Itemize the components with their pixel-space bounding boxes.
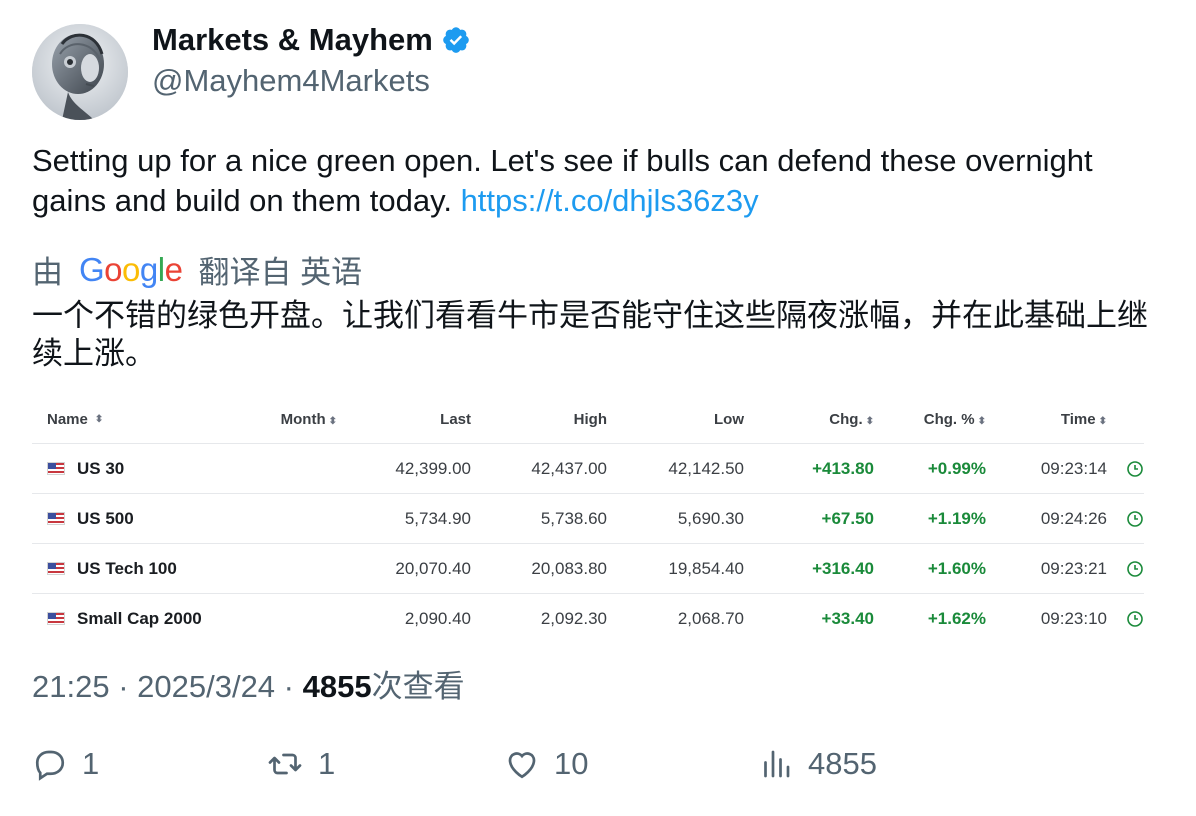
translated-by-prefix: 由 <box>32 255 63 290</box>
header-name: Name ⬍ <box>47 410 104 428</box>
row-chg: +413.80 <box>812 458 874 478</box>
analytics-icon <box>764 750 790 778</box>
tweet-link[interactable]: https://t.co/dhjls36z3y <box>461 183 759 218</box>
table-row: Small Cap 2000 2,090.40 2,092.30 2,068.7… <box>32 594 1144 643</box>
row-chg-pct: +0.99% <box>927 458 986 478</box>
tweet-text: Setting up for a nice green open. Let's … <box>32 141 1162 221</box>
repost-count: 1 <box>318 746 336 781</box>
action-bar: 1 1 10 4855 <box>32 746 1162 792</box>
quote-table-image[interactable]: Name ⬍ Month ⬍ Last High Low Chg. ⬍ Chg. % ⬍… <box>32 395 1144 643</box>
clock-icon <box>1127 510 1143 527</box>
header-time: Time ⬍ <box>1060 410 1107 428</box>
translated-from-label: 翻译自 英语 <box>198 255 363 290</box>
tweet-time[interactable]: 21:25 <box>32 669 110 704</box>
row-chg-pct: +1.19% <box>927 508 986 528</box>
sort-icon: ⬍ <box>977 415 986 427</box>
table-row: US 500 5,734.90 5,738.60 5,690.30 +67.50… <box>32 494 1144 544</box>
sort-icon: ⬍ <box>1098 415 1107 427</box>
robot-avatar-image <box>32 24 128 120</box>
row-chg: +33.40 <box>821 608 874 628</box>
row-high: 42,437.00 <box>531 458 607 478</box>
views-button[interactable]: 4855 <box>758 746 877 782</box>
like-count: 10 <box>554 746 589 781</box>
row-chg: +67.50 <box>821 508 874 528</box>
reply-icon <box>35 750 65 781</box>
us-flag-icon <box>47 612 65 625</box>
row-low: 5,690.30 <box>677 508 744 528</box>
tweet-meta: 21:25 · 2025/3/24 · 4855次查看 <box>32 669 465 704</box>
translated-by-row: 由 Google 翻译自 英语 <box>32 247 362 292</box>
author-handle[interactable]: @Mayhem4Markets <box>152 63 430 99</box>
us-flag-icon <box>47 462 65 475</box>
author-display-name-row[interactable]: Markets & Mayhem <box>152 22 471 58</box>
row-last: 42,399.00 <box>395 458 471 478</box>
row-name: US Tech 100 <box>77 558 177 578</box>
row-high: 20,083.80 <box>531 558 607 578</box>
row-name: Small Cap 2000 <box>77 608 202 628</box>
verified-badge-icon <box>443 27 469 53</box>
row-time: 09:23:14 <box>1040 458 1107 478</box>
header-low: Low <box>714 410 744 428</box>
clock-icon <box>1127 560 1143 577</box>
views-label: 次查看 <box>371 669 465 704</box>
quote-table-header: Name ⬍ Month ⬍ Last High Low Chg. ⬍ Chg. % ⬍… <box>32 395 1144 444</box>
row-last: 2,090.40 <box>404 608 471 628</box>
row-last: 5,734.90 <box>404 508 471 528</box>
reply-button[interactable]: 1 <box>32 746 99 782</box>
author-display-name[interactable]: Markets & Mayhem <box>152 22 433 58</box>
header-last: Last <box>440 410 471 428</box>
row-high: 2,092.30 <box>540 608 607 628</box>
header-chg-pct: Chg. % ⬍ <box>923 410 986 428</box>
avatar[interactable] <box>32 24 128 120</box>
table-row: US Tech 100 20,070.40 20,083.80 19,854.4… <box>32 544 1144 594</box>
clock-icon <box>1127 610 1143 627</box>
clock-icon <box>1127 460 1143 477</box>
sort-icon: ⬍ <box>94 413 104 425</box>
row-time: 09:24:26 <box>1040 508 1107 528</box>
header-high: High <box>573 410 607 428</box>
us-flag-icon <box>47 562 65 575</box>
table-row: US 30 42,399.00 42,437.00 42,142.50 +413… <box>32 444 1144 494</box>
row-low: 19,854.40 <box>668 558 744 578</box>
repost-button[interactable]: 1 <box>266 746 335 782</box>
header-month: Month ⬍ <box>280 410 337 428</box>
row-chg: +316.40 <box>812 558 874 578</box>
sort-icon: ⬍ <box>865 415 874 427</box>
row-low: 2,068.70 <box>677 608 744 628</box>
row-last: 20,070.40 <box>395 558 471 578</box>
google-logo: Google <box>79 250 183 288</box>
row-name: US 30 <box>77 458 125 478</box>
us-flag-icon <box>47 512 65 525</box>
row-name: US 500 <box>77 508 134 528</box>
heart-icon <box>508 752 536 779</box>
repost-icon <box>268 753 302 775</box>
row-low: 42,142.50 <box>668 458 744 478</box>
row-high: 5,738.60 <box>540 508 607 528</box>
header-chg: Chg. ⬍ <box>829 410 874 428</box>
row-time: 09:23:10 <box>1040 608 1107 628</box>
views-count: 4855 <box>302 669 372 704</box>
tweet-date[interactable]: 2025/3/24 <box>137 669 275 704</box>
translated-text: 一个不错的绿色开盘。让我们看看牛市是否能守住这些隔夜涨幅，并在此基础上继续上涨。 <box>32 298 1148 371</box>
row-time: 09:23:21 <box>1040 558 1107 578</box>
reply-count: 1 <box>82 746 100 781</box>
sort-icon: ⬍ <box>328 415 337 427</box>
views-action-count: 4855 <box>808 746 877 781</box>
row-chg-pct: +1.62% <box>927 608 986 628</box>
like-button[interactable]: 10 <box>504 746 588 782</box>
row-chg-pct: +1.60% <box>927 558 986 578</box>
